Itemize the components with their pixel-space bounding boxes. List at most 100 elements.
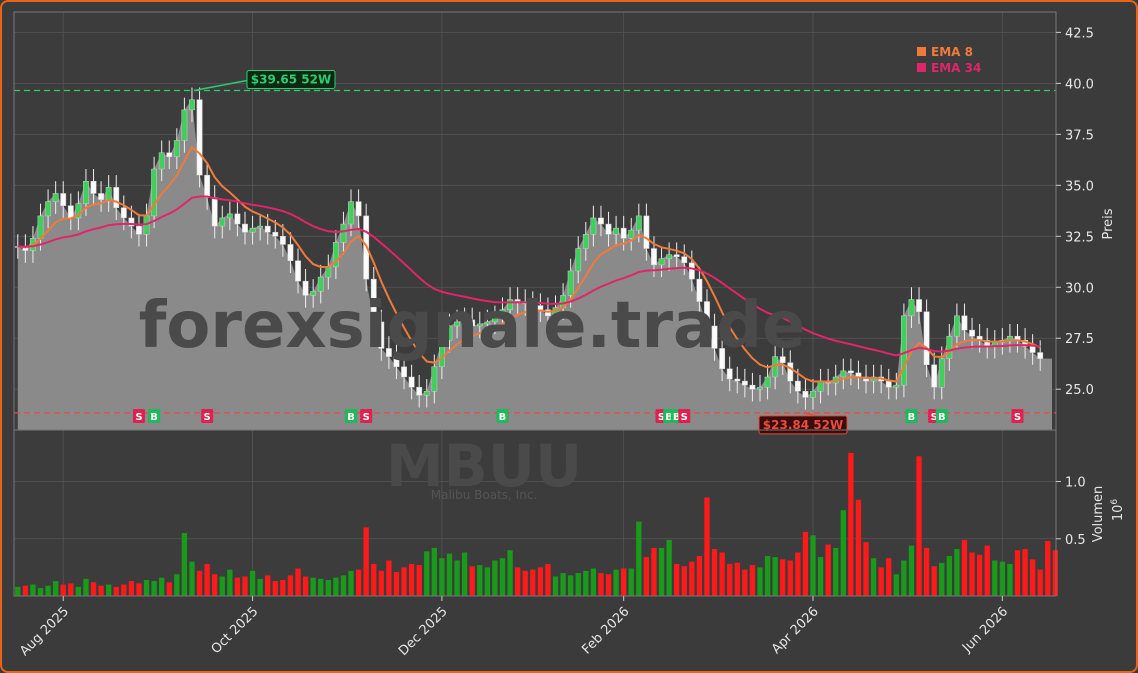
candle-body bbox=[961, 315, 968, 331]
candle-body bbox=[613, 227, 619, 235]
time-tick-label: Jun 2026 bbox=[959, 604, 1011, 656]
signal-label: S bbox=[204, 412, 211, 423]
signal-label: S bbox=[681, 412, 688, 423]
volume-bar bbox=[30, 584, 36, 596]
watermark-company: Malibu Boats, Inc. bbox=[431, 488, 537, 502]
candle-body bbox=[840, 370, 847, 378]
volume-bar bbox=[749, 565, 756, 596]
volume-bar bbox=[151, 581, 157, 596]
volume-bar bbox=[212, 574, 218, 596]
volume-bar bbox=[371, 563, 377, 596]
candle-body bbox=[590, 217, 597, 235]
volume-bar bbox=[590, 568, 597, 596]
candle-body bbox=[105, 187, 112, 200]
volume-bar bbox=[916, 456, 922, 596]
signal-label: B bbox=[908, 412, 916, 423]
time-tick-label: Apr 2026 bbox=[769, 604, 822, 657]
candle-body bbox=[423, 391, 430, 396]
volume-bar bbox=[522, 570, 528, 596]
volume-bar bbox=[787, 560, 793, 596]
volume-bar bbox=[159, 577, 165, 596]
volume-bar bbox=[946, 555, 952, 596]
volume-bar bbox=[189, 561, 195, 596]
volume-bar bbox=[113, 586, 119, 596]
volume-bar bbox=[348, 570, 354, 596]
candle-body bbox=[847, 370, 854, 374]
candle-body bbox=[764, 376, 771, 388]
volume-bar bbox=[984, 545, 990, 596]
candle-body bbox=[757, 386, 763, 390]
candle-body bbox=[401, 366, 407, 378]
candle-body bbox=[946, 335, 953, 359]
volume-bar bbox=[302, 576, 309, 596]
volume-bar bbox=[1052, 550, 1059, 596]
candle-body bbox=[295, 260, 301, 282]
volume-bar bbox=[234, 577, 241, 596]
volume-bar bbox=[719, 552, 725, 596]
candle-body bbox=[242, 223, 248, 233]
volume-bar bbox=[954, 549, 960, 596]
legend-label: EMA 8 bbox=[931, 45, 973, 59]
volume-bar bbox=[15, 586, 21, 596]
volume-bar bbox=[265, 575, 271, 596]
price-axis-label: Preis bbox=[1101, 208, 1116, 239]
volume-bar bbox=[757, 567, 763, 596]
volume-bar bbox=[227, 569, 233, 596]
volume-bar bbox=[1037, 569, 1043, 596]
volume-bar bbox=[1022, 549, 1028, 596]
volume-bar bbox=[249, 570, 256, 596]
volume-bar bbox=[439, 558, 445, 596]
volume-bar bbox=[658, 547, 665, 596]
volume-bar bbox=[60, 584, 66, 596]
candle-body bbox=[173, 140, 180, 158]
candle-body bbox=[355, 201, 362, 217]
volume-bar bbox=[431, 547, 437, 596]
price-tick-label: 30.0 bbox=[1065, 281, 1094, 296]
volume-bar bbox=[333, 577, 339, 596]
volume-bar bbox=[75, 586, 82, 596]
candle-body bbox=[196, 99, 203, 176]
volume-bar bbox=[931, 566, 937, 596]
candle-body bbox=[272, 231, 279, 237]
volume-bar bbox=[325, 579, 331, 596]
price-tick-label: 37.5 bbox=[1065, 128, 1094, 143]
volume-bar bbox=[196, 570, 203, 596]
signal-label: S bbox=[1014, 412, 1021, 423]
candle-body bbox=[749, 384, 756, 390]
volume-bar bbox=[568, 575, 574, 596]
volume-bar bbox=[742, 569, 748, 596]
signal-label: B bbox=[499, 412, 507, 423]
volume-bar bbox=[636, 521, 642, 596]
volume-bar bbox=[704, 497, 710, 596]
price-tick-label: 35.0 bbox=[1065, 179, 1094, 194]
candle-body bbox=[802, 391, 809, 398]
candle-body bbox=[582, 234, 589, 249]
time-tick-label: Dec 2025 bbox=[396, 604, 451, 659]
volume-bar bbox=[355, 569, 362, 596]
volume-bar bbox=[45, 585, 51, 596]
candle-body bbox=[67, 205, 74, 219]
candle-body bbox=[287, 244, 294, 262]
candle-body bbox=[620, 227, 627, 239]
candle-body bbox=[219, 217, 226, 227]
candle-body bbox=[136, 225, 142, 235]
candle-body bbox=[726, 368, 733, 380]
signal-label: B bbox=[938, 412, 946, 423]
volume-bar bbox=[810, 535, 816, 596]
volume-bar bbox=[817, 557, 824, 596]
candle-body bbox=[741, 380, 748, 386]
candle-body bbox=[810, 391, 816, 398]
volume-bar bbox=[923, 547, 930, 596]
price-tick-label: 25.0 bbox=[1065, 383, 1094, 398]
volume-bar bbox=[318, 578, 324, 596]
volume-bar bbox=[681, 566, 687, 596]
legend-label: EMA 34 bbox=[931, 61, 981, 75]
volume-bar bbox=[651, 547, 657, 596]
volume-bar bbox=[499, 558, 506, 596]
volume-bar bbox=[492, 560, 498, 596]
volume-bar bbox=[22, 585, 29, 596]
volume-bar bbox=[666, 539, 672, 596]
volume-tick-label: 1.0 bbox=[1065, 476, 1086, 491]
candle-body bbox=[885, 380, 892, 388]
volume-bar bbox=[310, 577, 316, 596]
